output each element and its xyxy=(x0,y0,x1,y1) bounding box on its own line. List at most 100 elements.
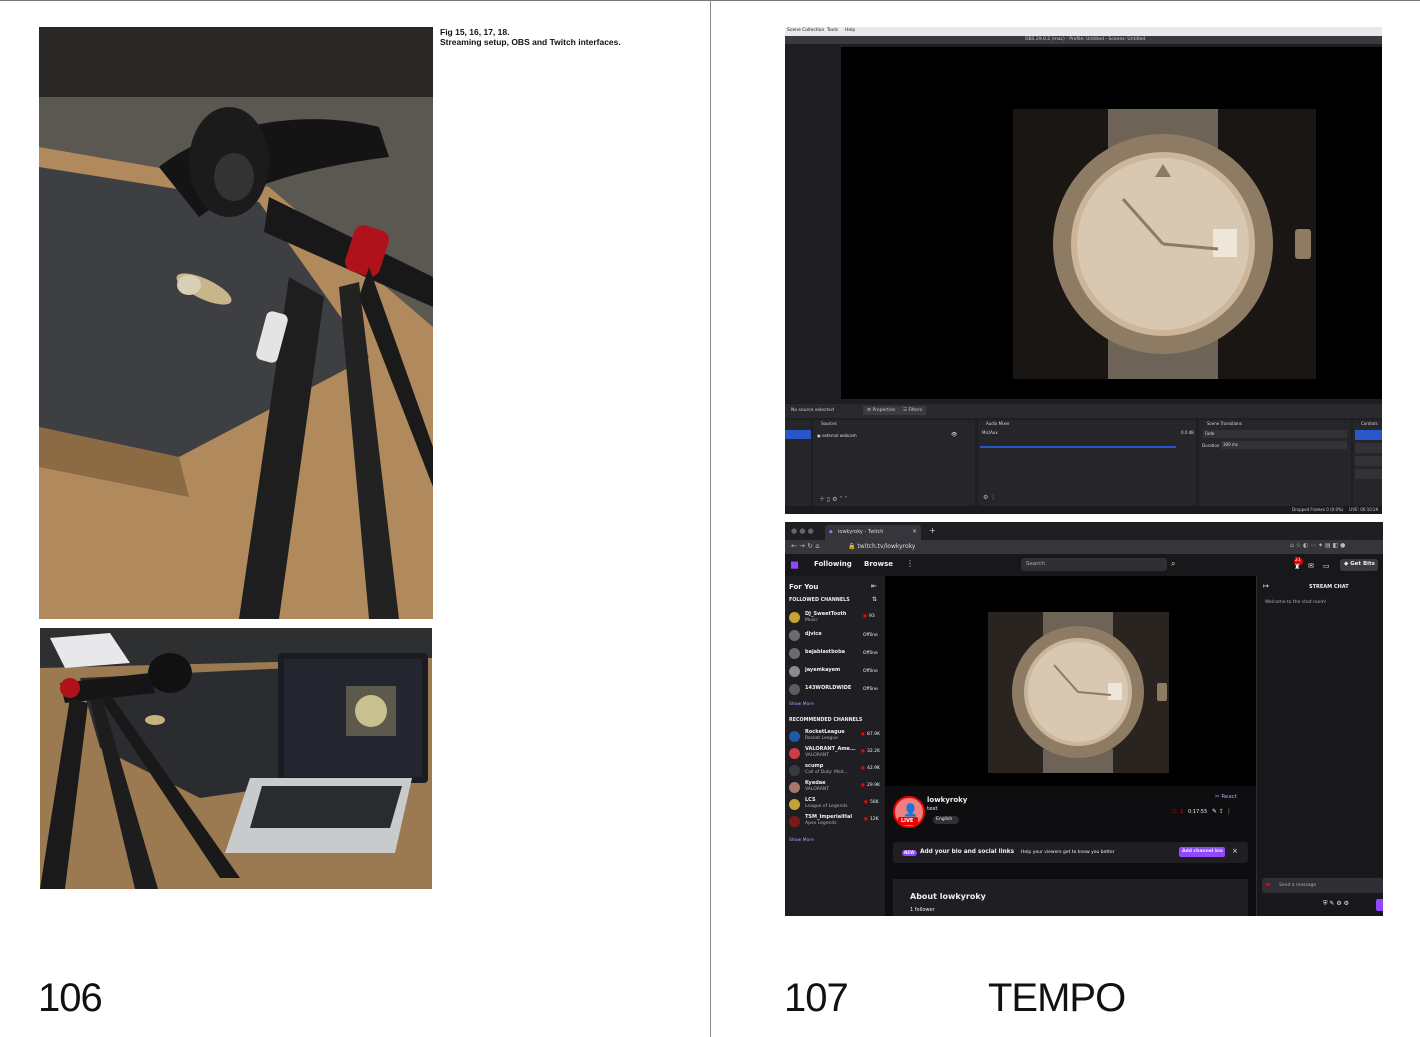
viewers-icon: ⚇ xyxy=(1172,809,1177,815)
source-item-label: external webcam xyxy=(822,433,857,438)
avatar xyxy=(789,816,800,827)
transition-select[interactable]: Fade xyxy=(1203,430,1347,438)
nav-buttons-icon[interactable]: ← → ↻ ⌂ xyxy=(791,542,820,550)
whispers-icon[interactable]: ▭ xyxy=(1323,562,1330,570)
viewer-count: 2 xyxy=(1180,809,1184,815)
nav-following[interactable]: Following xyxy=(814,560,852,568)
sort-icon[interactable]: ⇅ xyxy=(872,596,877,603)
followed-channel-item[interactable]: DJ_SweetTooth Music ● 93 xyxy=(785,610,885,626)
audio-mixer-panel: Audio Mixer Mic/Aux 0.0 dB ⚙ ⋮ xyxy=(978,420,1196,506)
followed-channel-item[interactable]: jayemkayem Offline xyxy=(785,664,885,680)
nav-browse[interactable]: Browse xyxy=(864,560,893,568)
properties-button[interactable]: ⚙ Properties xyxy=(863,406,900,415)
about-panel: About lowkyroky 1 follower xyxy=(893,879,1248,916)
close-tab-icon[interactable]: × xyxy=(912,528,917,535)
stream-watch-image xyxy=(988,612,1169,773)
language-tag[interactable]: English xyxy=(933,816,959,824)
language-tag-label: English xyxy=(936,817,953,822)
recommended-channel-item[interactable]: TSM_ImperialHal Apex Legends ● 12K xyxy=(785,813,885,830)
menu-tools[interactable]: Tools xyxy=(827,28,838,33)
sources-panel: Sources ▣ external webcam 👁 ＋ ▯ ⚙ ˄ ˅ xyxy=(813,420,975,506)
menu-help[interactable]: Help xyxy=(845,28,855,33)
recommended-channel-item[interactable]: LCS League of Legends ● 56K xyxy=(785,796,885,813)
chat-badge-icon: ▬ xyxy=(1265,881,1271,888)
get-bits-label: ◆ Get Bits xyxy=(1344,561,1375,567)
url-text: twitch.tv/lowkyroky xyxy=(857,543,916,550)
add-channel-bio-label: Add channel bio xyxy=(1182,849,1223,854)
browser-extension-icons[interactable]: ⌂ ☆ ◐ ⋯ ✦ ▤ ◧ ● xyxy=(1290,542,1345,549)
sources-toolbar-icons[interactable]: ＋ ▯ ⚙ ˄ ˅ xyxy=(819,494,847,503)
collapse-chat-icon[interactable]: ↦ xyxy=(1263,582,1269,590)
channel-category: Apex Legends xyxy=(805,821,837,826)
live-timer: LIVE: 00:10:29 xyxy=(1349,507,1379,512)
channel-category: Rocket League xyxy=(805,736,838,741)
control-button[interactable] xyxy=(1355,469,1382,479)
close-icon[interactable]: × xyxy=(1232,847,1238,855)
recommended-channel-item[interactable]: Kyedae VALORANT ● 29.9K xyxy=(785,779,885,796)
page-gutter xyxy=(710,0,711,1037)
duration-input[interactable]: 300 ms xyxy=(1221,441,1347,449)
avatar xyxy=(789,748,800,759)
banner-subtext: Help your viewers get to know you better xyxy=(1021,850,1115,855)
avatar xyxy=(789,630,800,641)
get-bits-button[interactable]: ◆ Get Bits xyxy=(1340,559,1378,571)
search-icon[interactable]: ⌕ xyxy=(1171,559,1175,569)
browser-tab[interactable]: ◆ lowkyroky - Twitch × xyxy=(825,525,921,540)
avatar xyxy=(789,684,800,695)
window-controls[interactable]: ● ● ● xyxy=(791,527,814,535)
channel-category: Call of Duty: Mod... xyxy=(805,770,848,775)
filters-button[interactable]: ☰ Filters xyxy=(899,406,926,415)
notifications-icon[interactable]: ♜ xyxy=(1294,563,1300,571)
live-badge: LIVE xyxy=(898,817,918,825)
menu-scene-collection[interactable]: Scene Collection xyxy=(787,28,824,33)
mic-label: Mic/Aux xyxy=(982,430,998,435)
control-button[interactable] xyxy=(1355,456,1382,466)
channel-category: VALORANT xyxy=(805,787,829,792)
caption-text: Streaming setup, OBS and Twitch interfac… xyxy=(440,37,621,47)
chat-send-button[interactable] xyxy=(1376,899,1383,911)
more-icon[interactable]: ⋮ xyxy=(906,559,914,568)
followed-channel-item[interactable]: 143WORLDWIDE Offline xyxy=(785,682,885,698)
live-dot-icon: ● xyxy=(863,614,867,619)
obs-source-toolbar: No source selected ⚙ Properties ☰ Filter… xyxy=(785,404,1382,418)
channel-action-icons[interactable]: ✎ ⇪ ⋮ xyxy=(1212,808,1232,815)
video-player[interactable] xyxy=(885,576,1256,786)
laptop-setup-illustration xyxy=(40,628,432,889)
photo-camera-tripod xyxy=(39,27,433,619)
collapse-sidebar-icon[interactable]: ⇤ xyxy=(871,582,877,590)
obs-title: OBS 29.0.2 (mac) - Profile: Untitled - S… xyxy=(1025,37,1146,42)
selected-scene[interactable] xyxy=(785,430,811,439)
twitch-logo-icon[interactable]: ◼ xyxy=(790,558,799,571)
chat-input[interactable]: ▬ Send a message xyxy=(1262,878,1383,893)
recommended-channel-item[interactable]: VALORANT_Ame... VALORANT ● 32.2K xyxy=(785,745,885,762)
inbox-icon[interactable]: ✉ xyxy=(1308,562,1314,570)
recommended-channels-heading: RECOMMENDED CHANNELS xyxy=(789,718,863,723)
figure-caption: Fig 15, 16, 17, 18. Streaming setup, OBS… xyxy=(440,27,621,47)
followed-channel-item[interactable]: bajablastboba Offline xyxy=(785,646,885,662)
twitch-browser-window: ● ● ● ◆ lowkyroky - Twitch × + ← → ↻ ⌂ 🔒… xyxy=(785,522,1383,916)
start-streaming-button[interactable] xyxy=(1355,430,1382,440)
show-more-link[interactable]: Show More xyxy=(789,702,814,707)
browser-tabbar: ● ● ● ◆ lowkyroky - Twitch × + xyxy=(785,522,1383,540)
search-input[interactable]: Search ⌕ xyxy=(1021,558,1175,571)
chat-toolbar-icons[interactable]: ⛨ ✎ ⚙ ⚙ xyxy=(1323,900,1349,908)
followed-channel-item[interactable]: djvice Offline xyxy=(785,628,885,644)
control-button[interactable] xyxy=(1355,443,1382,453)
new-tab-icon[interactable]: + xyxy=(929,526,936,535)
channel-title[interactable]: lowkyroky xyxy=(927,796,967,804)
mac-menubar: Scene Collection Tools Help xyxy=(785,27,1382,36)
recommended-channel-item[interactable]: scump Call of Duty: Mod... ● 42.9K xyxy=(785,762,885,779)
show-more-link[interactable]: Show More xyxy=(789,838,814,843)
channel-name: bajablastboba xyxy=(805,649,846,655)
recommended-channel-item[interactable]: RocketLeague Rocket League ● 87.9K xyxy=(785,728,885,745)
live-dot-icon: ● xyxy=(864,817,868,822)
gear-icon[interactable]: ⚙ ⋮ xyxy=(983,494,996,501)
no-source-label: No source selected xyxy=(791,408,834,413)
avatar xyxy=(789,731,800,742)
react-button[interactable]: ✂ React xyxy=(1215,794,1237,800)
source-item[interactable]: ▣ external webcam xyxy=(817,433,857,438)
visibility-eye-icon[interactable]: 👁 xyxy=(951,432,957,438)
mic-volume-slider[interactable] xyxy=(980,446,1176,448)
add-channel-bio-button[interactable]: Add channel bio xyxy=(1179,847,1225,857)
address-bar[interactable]: 🔒 twitch.tv/lowkyroky xyxy=(848,543,915,550)
